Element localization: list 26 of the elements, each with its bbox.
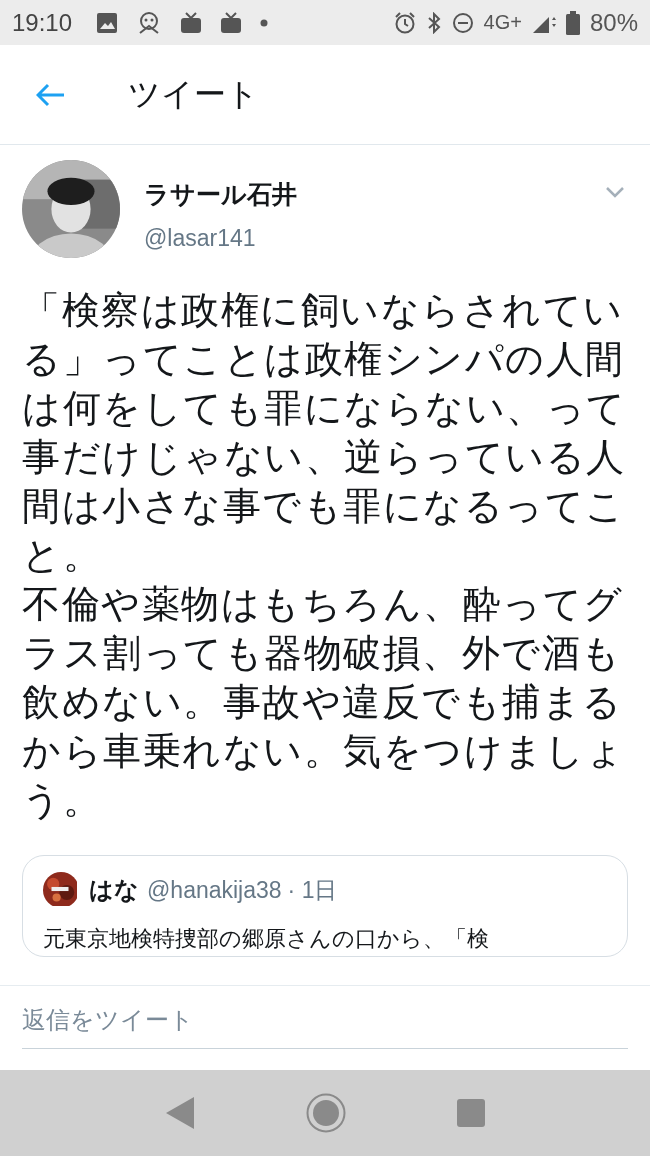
tweet-text: 不倫や薬物はもちろん、酔ってグラス割っても器物破損、外で酒も飲めない。事故や違反でも捕まるから車乗れない。気をつけましょう。 <box>22 581 627 824</box>
home-circle-icon <box>306 1093 346 1133</box>
battery-percent: 80% <box>589 8 638 37</box>
page-title: ツイート <box>128 73 259 115</box>
network-type: 4G+ <box>483 11 522 34</box>
tweet-text: 「検察は政権に飼いならされている」ってことは政権シンパの人間は何をしても罪にならない、って事だけじゃない、逆らっている人間は小さな事でも罪になるってこと。 <box>22 287 628 579</box>
square-icon <box>456 1099 485 1127</box>
chevron-down-icon <box>606 186 624 198</box>
battery-icon <box>565 10 580 35</box>
quoted-tweet-text: 元東京地検特捜部の郷原さんの口から、「検 <box>43 925 490 953</box>
quoted-tweet-card[interactable]: はな @hanakija38 · 1日 元東京地検特捜部の郷原さんの口から、「検 <box>22 855 628 957</box>
do-not-disturb-icon <box>451 11 474 34</box>
tv-icon <box>180 11 203 34</box>
quoted-author-name: はな <box>89 875 139 906</box>
quoted-author-handle: @hanakija38 <box>147 876 282 904</box>
dot-icon <box>260 18 269 27</box>
reply-field[interactable]: 返信をツイート <box>22 998 628 1049</box>
triangle-back-icon <box>165 1096 196 1130</box>
author-handle: @lasar141 <box>144 225 257 252</box>
back-arrow-icon <box>36 82 66 107</box>
clock-time: 19:10 <box>12 8 73 37</box>
quoted-timestamp: · 1日 <box>287 875 338 905</box>
alarm-icon <box>393 11 416 34</box>
author-name: ラサール石井 <box>144 179 298 211</box>
image-icon <box>96 11 119 34</box>
tv-icon <box>220 11 243 34</box>
